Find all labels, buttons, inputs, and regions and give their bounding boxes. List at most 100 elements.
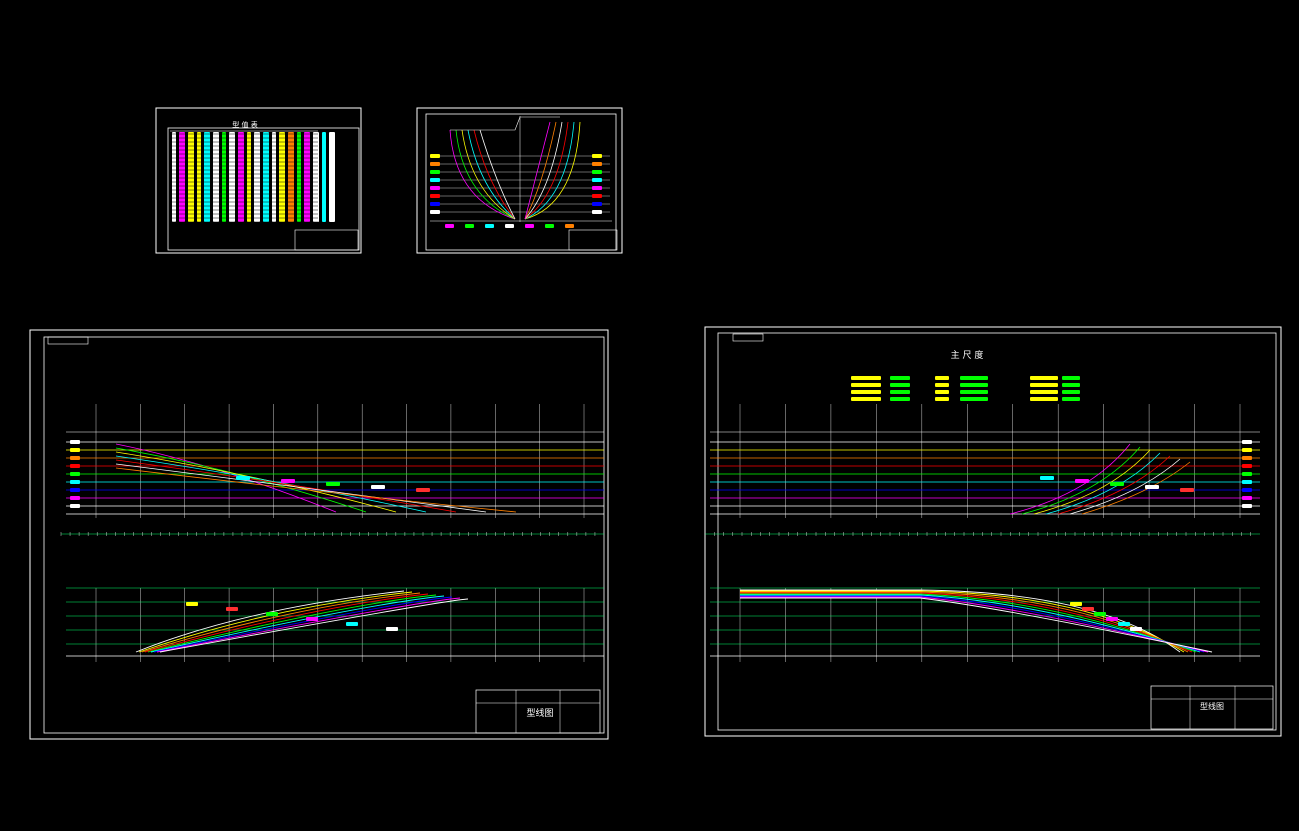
- waterline-tag: [1242, 440, 1252, 444]
- main-dimensions-table: [851, 376, 1080, 401]
- offset-column: [179, 132, 185, 222]
- offset-table-grid: [170, 130, 335, 223]
- curve-tag: [1145, 485, 1159, 489]
- offset-column: [172, 132, 176, 222]
- offset-column: [279, 132, 285, 222]
- lines-plan-fore-sheet: 主 尺 度 型线图: [704, 326, 1282, 737]
- curve-tag: [1070, 602, 1082, 606]
- dimension-label: [935, 383, 949, 387]
- waterline-tag: [430, 202, 440, 206]
- station-tag: [545, 224, 554, 228]
- cad-drawing-canvas[interactable]: 型 值 表 型线图 主 尺 度 型线图: [0, 0, 1299, 831]
- offset-column: [188, 132, 194, 222]
- body-plan-drawing: [430, 116, 612, 228]
- waterline-tag: [430, 170, 440, 174]
- dimension-label: [1030, 383, 1058, 387]
- offset-column: [313, 132, 319, 222]
- dimension-label: [851, 390, 881, 394]
- waterline-tag: [592, 186, 602, 190]
- dimension-value: [960, 376, 988, 380]
- offset-column: [247, 132, 251, 222]
- dimension-value: [1062, 376, 1080, 380]
- station-tag: [525, 224, 534, 228]
- fore-sheer-profile: [704, 404, 1260, 536]
- lines-plan-aft-sheet: 型线图: [29, 329, 609, 740]
- waterline-tag: [70, 472, 80, 476]
- offset-column: [213, 132, 219, 222]
- waterline-tag: [1242, 488, 1252, 492]
- waterline-tag: [1242, 472, 1252, 476]
- dimension-value: [1062, 390, 1080, 394]
- station-section-fore: [524, 121, 563, 220]
- waterline-tag: [430, 194, 440, 198]
- fore-half-breadth-plan: [710, 587, 1260, 662]
- dimension-label: [935, 390, 949, 394]
- dimension-value: [1062, 383, 1080, 387]
- offset-table-sheet: 型 值 表: [155, 107, 362, 254]
- waterline-tag: [592, 202, 602, 206]
- offset-table-title: 型 值 表: [232, 120, 257, 129]
- waterline-tag: [70, 464, 80, 468]
- curve-tag: [1082, 607, 1094, 611]
- waterline-half-breadth: [740, 595, 1205, 653]
- dimension-value: [890, 397, 910, 401]
- offset-title-block: [294, 229, 359, 251]
- fore-title-block: 型线图: [1150, 685, 1274, 730]
- curve-tag: [266, 612, 278, 616]
- buttock-line: [1009, 443, 1131, 515]
- waterline-tag: [70, 488, 80, 492]
- body-plan-sheet: [416, 107, 623, 254]
- curve-tag: [186, 602, 198, 606]
- station-tag: [485, 224, 494, 228]
- curve-tag: [281, 479, 295, 483]
- aft-drawing-name: 型线图: [526, 707, 553, 719]
- waterline-tag: [430, 210, 440, 214]
- dimension-value: [960, 390, 988, 394]
- dimension-value: [960, 383, 988, 387]
- waterline-tag: [592, 178, 602, 182]
- curve-tag: [306, 617, 318, 621]
- dimension-label: [851, 383, 881, 387]
- waterline-tag: [70, 496, 80, 500]
- station-section-fore: [524, 121, 551, 220]
- offset-column: [322, 132, 326, 222]
- offset-column: [304, 132, 310, 222]
- waterline-tag: [592, 170, 602, 174]
- offset-column: [229, 132, 235, 222]
- station-section-aft: [455, 129, 516, 220]
- waterline-tag: [70, 480, 80, 484]
- offset-column: [297, 132, 301, 222]
- station-tag: [445, 224, 454, 228]
- dimension-label: [1030, 376, 1058, 380]
- waterline-tag: [1242, 480, 1252, 484]
- curve-tag: [1094, 612, 1106, 616]
- waterline-tag: [592, 194, 602, 198]
- waterline-tag: [592, 154, 602, 158]
- dimension-value: [1062, 397, 1080, 401]
- waterline-tag: [1242, 464, 1252, 468]
- dimension-value: [890, 383, 910, 387]
- dimension-value: [890, 376, 910, 380]
- waterline-tag: [1242, 496, 1252, 500]
- deck-line: [450, 116, 560, 131]
- dimension-value: [960, 397, 988, 401]
- waterline-tag: [70, 448, 80, 452]
- buttock-line: [115, 459, 457, 513]
- curve-tag: [226, 607, 238, 611]
- offset-column: [288, 132, 294, 222]
- curve-tag: [1118, 622, 1130, 626]
- offset-column: [254, 132, 260, 222]
- offset-column: [204, 132, 210, 222]
- waterline-tag: [430, 162, 440, 166]
- curve-tag: [371, 485, 385, 489]
- curve-tag: [1106, 617, 1118, 621]
- offset-column: [197, 132, 201, 222]
- dimension-label: [935, 397, 949, 401]
- waterline-tag: [430, 178, 440, 182]
- offset-column: [329, 132, 335, 222]
- waterline-tag: [1242, 504, 1252, 508]
- curve-tag: [1130, 627, 1142, 631]
- waterline-tag: [1242, 456, 1252, 460]
- waterline-tag: [430, 186, 440, 190]
- offset-column: [272, 132, 276, 222]
